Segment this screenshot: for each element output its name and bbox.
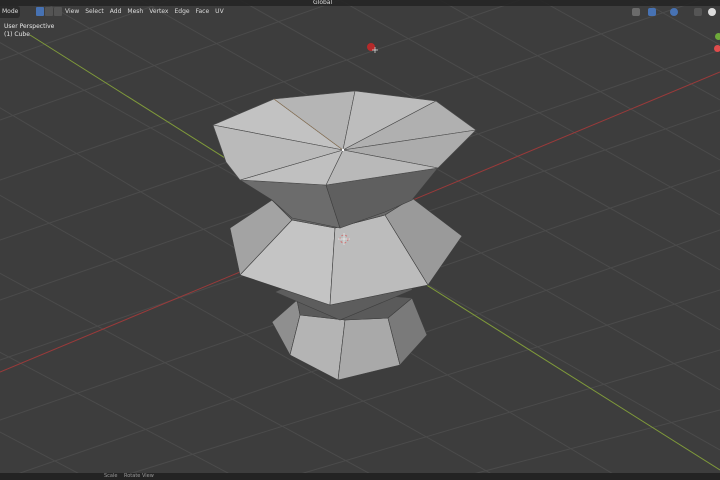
gizmo-x-icon[interactable] [714, 45, 720, 52]
gizmo-toggle-icon[interactable] [646, 6, 657, 17]
3d-viewport[interactable] [0, 0, 720, 480]
viewport-header: Mode View Select Add Mesh Vertex Edge Fa… [0, 0, 720, 20]
menu-vertex[interactable]: Vertex [146, 6, 171, 18]
menu-uv[interactable]: UV [212, 6, 227, 18]
menu-view[interactable]: View [62, 6, 82, 18]
menu-select[interactable]: Select [82, 6, 107, 18]
menu-add[interactable]: Add [107, 6, 125, 18]
selected-vertex[interactable] [341, 148, 345, 152]
status-bar: Scale Rotate View [0, 473, 720, 480]
viewport-perspective-label: User Perspective [4, 23, 55, 30]
select-mode-group [36, 7, 62, 16]
orientation-selector[interactable]: Global [310, 0, 335, 9]
menu-edge[interactable]: Edge [171, 6, 192, 18]
gizmo-y-icon[interactable] [715, 33, 720, 40]
header-menu: View Select Add Mesh Vertex Edge Face UV [62, 6, 227, 18]
status-hint-prefix: Scale [104, 473, 118, 479]
edge-select-icon[interactable] [45, 7, 53, 16]
face-select-icon[interactable] [54, 7, 62, 16]
xray-icon[interactable] [692, 6, 703, 17]
overlay-icon[interactable] [668, 6, 679, 17]
menu-face[interactable]: Face [193, 6, 213, 18]
vertex-select-icon[interactable] [36, 7, 44, 16]
visibility-icon[interactable] [630, 6, 641, 17]
shading-solid-icon[interactable] [706, 6, 717, 17]
status-hint: Rotate View [124, 473, 154, 479]
mode-selector[interactable]: Mode [0, 6, 20, 18]
viewport-object-label: (1) Cube [4, 31, 30, 38]
menu-mesh[interactable]: Mesh [124, 6, 146, 18]
